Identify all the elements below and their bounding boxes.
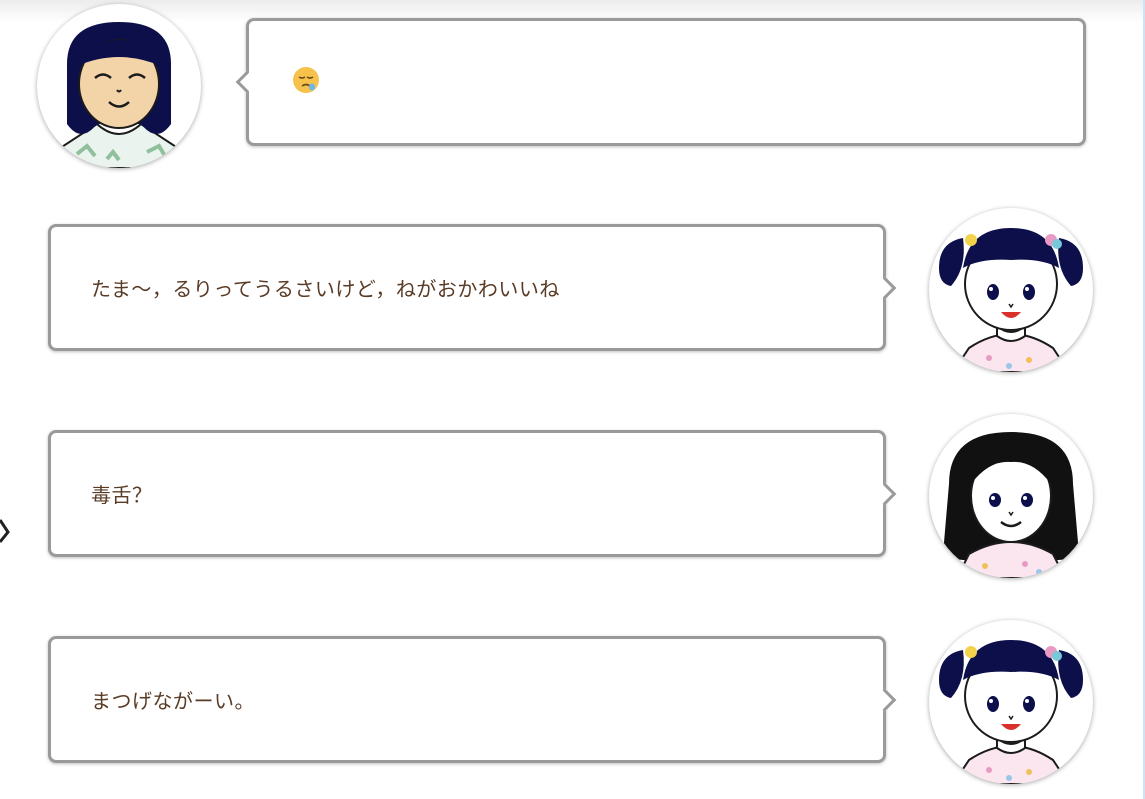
message-bubble-1 (235, 18, 1086, 146)
partial-arrow-icon (0, 519, 10, 543)
bubble-tail (873, 276, 897, 299)
avatar-right-character-1 (929, 620, 1093, 784)
message-bubble-2: たま〜，るりってうるさいけど，ねがおかわいいね (48, 224, 897, 351)
message-bubble-4: まつげながーい。 (48, 636, 897, 763)
message-text: たま〜，るりってうるさいけど，ねがおかわいいね (91, 277, 560, 301)
message-bubble-3: 毒舌？ (48, 430, 897, 557)
avatar-right-character-2 (929, 414, 1093, 578)
message-text: 毒舌？ (91, 483, 153, 507)
bubble-tail (873, 482, 897, 505)
bubble-tail (235, 70, 259, 94)
bubble-tail (873, 688, 897, 711)
message-text: まつげながーい。 (91, 689, 255, 713)
sleepy-face-icon (293, 67, 319, 93)
avatar-left-character (37, 4, 201, 168)
avatar-right-character-1 (929, 208, 1093, 372)
